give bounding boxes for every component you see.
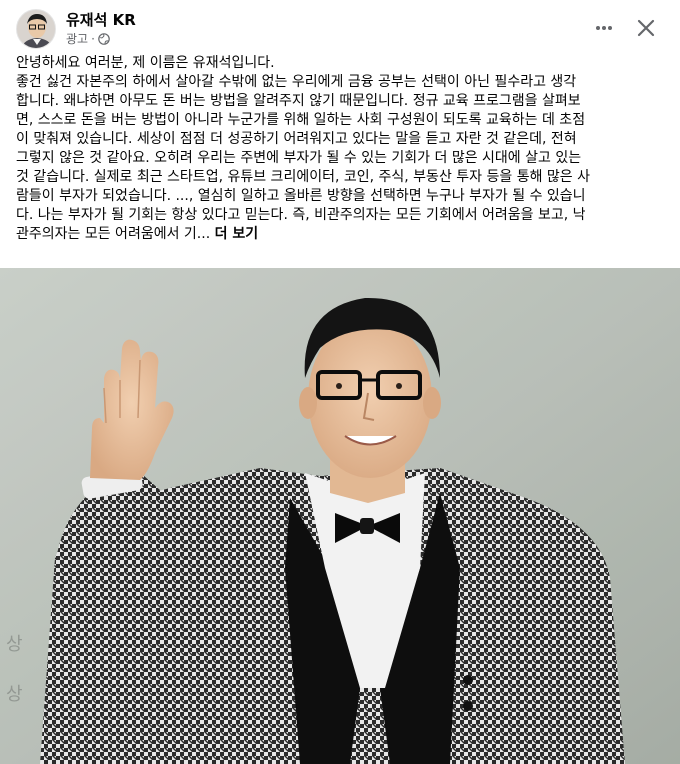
close-button[interactable] (628, 10, 664, 46)
ad-post: 유재석 KR 광고 · 안녕하세요 여러분, 제 이름은 유재석입니다. 좋건 … (0, 0, 680, 764)
author-avatar[interactable] (16, 9, 56, 49)
post-text-line: 것 같습니다. 실제로 최근 스타트업, 유튜브 크리에이터, 코인, 주식, … (16, 169, 590, 185)
post-text-line: 좋건 싫건 자본주의 하에서 살아갈 수밖에 없는 우리에게 금융 공부는 선택… (16, 74, 577, 90)
more-options-button[interactable] (586, 10, 622, 46)
post-text-truncated: 관주의자는 모든 어려움에서 기... (16, 226, 211, 242)
background-sign-text: 상 (6, 634, 23, 655)
post-text-line: 다. 나는 부자가 될 기회는 항상 있다고 믿는다. 즉, 비관주의자는 모든… (16, 207, 586, 223)
author-name[interactable]: 유재석 KR (66, 9, 136, 30)
post-text-line: 그렇지 않은 것 같아요. 오히려 우리는 주변에 부자가 될 수 있는 기회가… (16, 150, 582, 166)
post-text-line: 안녕하세요 여러분, 제 이름은 유재석입니다. (16, 55, 275, 71)
post-photo[interactable]: 상 상 (0, 268, 680, 764)
post-meta: 광고 · (66, 30, 110, 47)
more-horizontal-icon (596, 26, 612, 30)
avatar-image (17, 10, 55, 48)
sponsored-label[interactable]: 광고 (66, 30, 88, 47)
post-text-line: 면, 스스로 돈을 버는 방법이 아니라 누군가를 위해 일하는 사회 구성원이… (16, 112, 586, 128)
close-icon (637, 19, 655, 37)
post-text-line: 람들이 부자가 되었습니다. ..., 열심히 일하고 올바른 방향을 선택하면… (16, 188, 586, 204)
person-waving-image (0, 268, 680, 764)
meta-separator: · (91, 31, 95, 46)
post-text-line: 합니다. 왜냐하면 아무도 돈 버는 방법을 알려주지 않기 때문입니다. 정규… (16, 93, 581, 109)
post-header: 유재석 KR 광고 · (0, 0, 680, 54)
background-sign-text: 상 (6, 684, 23, 705)
post-text: 안녕하세요 여러분, 제 이름은 유재석입니다. 좋건 싫건 자본주의 하에서 … (16, 54, 666, 244)
see-more-link[interactable]: 더 보기 (215, 226, 259, 242)
post-text-last-line: 관주의자는 모든 어려움에서 기... 더 보기 (16, 225, 666, 244)
post-text-line: 이 맞춰져 있습니다. 세상이 점점 더 성공하기 어려워지고 있다는 말을 듣… (16, 131, 577, 147)
globe-icon (98, 32, 110, 45)
